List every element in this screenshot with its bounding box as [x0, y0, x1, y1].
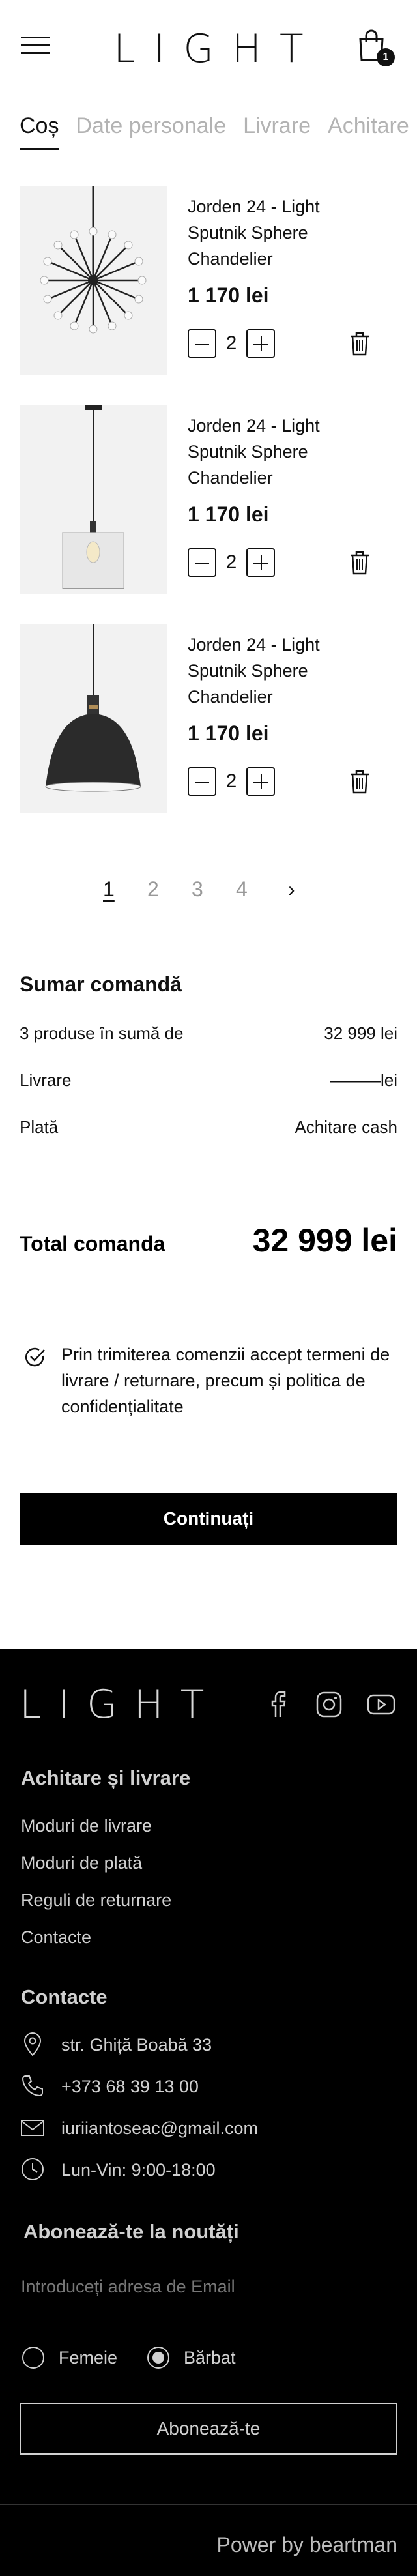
address-text: str. Ghiță Boabă 33: [61, 2035, 212, 2055]
powered-by[interactable]: Power by beartman: [217, 2533, 397, 2557]
contact-email[interactable]: iuriiantoseac@gmail.com: [20, 2115, 384, 2143]
remove-item-button[interactable]: [348, 768, 371, 795]
footer-link-delivery-methods[interactable]: Moduri de livrare: [21, 1816, 152, 1836]
phone-text: +373 68 39 13 00: [61, 2077, 199, 2096]
chevron-right-icon[interactable]: ›: [288, 877, 295, 901]
trash-icon: [351, 332, 369, 356]
cart-item: Jorden 24 - Light Sputnik Sphere Chandel…: [20, 624, 397, 843]
remove-item-button[interactable]: [348, 330, 371, 357]
footer-link-contacts[interactable]: Contacte: [21, 1927, 91, 1948]
product-title[interactable]: Jorden 24 - Light Sputnik Sphere Chandel…: [188, 632, 383, 710]
instagram-icon[interactable]: [314, 1690, 344, 1720]
clock-icon: [22, 2158, 44, 2180]
increase-quantity-button[interactable]: [246, 548, 275, 577]
summary-products-row: 3 produse în sumă de 32 999 lei: [20, 1023, 397, 1049]
page-3-link[interactable]: 3: [192, 877, 203, 901]
contact-address: str. Ghiță Boabă 33: [20, 2031, 384, 2060]
decrease-quantity-button[interactable]: [188, 767, 216, 796]
quantity-stepper: 2: [188, 328, 275, 359]
summary-delivery-row: Livrare ———lei: [20, 1070, 397, 1096]
delivery-value: ———lei: [329, 1070, 397, 1090]
terms-checkbox[interactable]: [23, 1345, 47, 1369]
footer-link-return-rules[interactable]: Reguli de returnare: [21, 1890, 171, 1910]
trash-icon: [351, 551, 369, 575]
product-image-dome-pendant[interactable]: [20, 624, 167, 813]
footer-link-payment-methods[interactable]: Moduri de plată: [21, 1853, 142, 1873]
contact-phone[interactable]: +373 68 39 13 00: [20, 2073, 384, 2101]
footer: LIGHT Achitare și livrare Moduri de livr…: [0, 1649, 417, 2576]
tab-personal-data[interactable]: Date personale: [76, 113, 226, 148]
radio-female-label: Femeie: [59, 2348, 118, 2367]
header: LIGHT 1: [0, 0, 417, 98]
products-value: 32 999 lei: [324, 1023, 397, 1043]
product-image-sputnik-chandelier[interactable]: [20, 186, 167, 375]
product-price: 1 170 lei: [188, 503, 269, 526]
product-title[interactable]: Jorden 24 - Light Sputnik Sphere Chandel…: [188, 413, 383, 491]
total-label: Total comanda: [20, 1232, 165, 1255]
payment-label: Plată: [20, 1117, 59, 1137]
quantity-stepper: 2: [188, 547, 275, 578]
page-2-link[interactable]: 2: [147, 877, 159, 901]
email-text: iuriiantoseac@gmail.com: [61, 2118, 259, 2138]
tab-cart[interactable]: Coș: [20, 113, 59, 150]
mail-icon: [21, 2120, 44, 2136]
delivery-label: Livrare: [20, 1070, 72, 1090]
contacts-heading: Contacte: [21, 1985, 108, 2008]
remove-item-button[interactable]: [348, 549, 371, 576]
newsletter-email-input[interactable]: [21, 2267, 397, 2307]
check-circle-icon: [25, 1347, 45, 1367]
product-image-glass-pendant[interactable]: [20, 405, 167, 594]
terms-text: Prin trimiterea comenzii accept termeni …: [61, 1345, 390, 1416]
quantity-stepper: 2: [188, 766, 275, 797]
decrease-quantity-button[interactable]: [188, 548, 216, 577]
radio-female-dot[interactable]: [22, 2347, 44, 2369]
phone-icon: [22, 2075, 43, 2097]
increase-quantity-button[interactable]: [246, 329, 275, 358]
cart-items: Jorden 24 - Light Sputnik Sphere Chandel…: [20, 186, 397, 843]
continue-button[interactable]: Continuați: [20, 1493, 397, 1545]
radio-male-label: Bărbat: [184, 2348, 236, 2367]
pagination: 1 2 3 4 ›: [98, 877, 319, 906]
checkout-steps: Coș Date personale Livrare Achitare: [20, 113, 417, 153]
page-4-link[interactable]: 4: [236, 877, 248, 901]
checkout-page: LIGHT 1 Coș Date personale Livrare Achitare: [0, 0, 417, 2576]
payment-value: Achitare cash: [295, 1117, 397, 1137]
cart-count-badge: 1: [377, 48, 395, 66]
location-pin-icon: [23, 2032, 42, 2056]
summary-title: Sumar comandă: [20, 973, 182, 996]
cart-item: Jorden 24 - Light Sputnik Sphere Chandel…: [20, 186, 397, 405]
newsletter-heading: Abonează-te la noutăți: [23, 2220, 239, 2243]
product-title[interactable]: Jorden 24 - Light Sputnik Sphere Chandel…: [188, 194, 383, 272]
payment-delivery-heading: Achitare și livrare: [21, 1766, 191, 1789]
product-price: 1 170 lei: [188, 284, 269, 307]
tab-delivery[interactable]: Livrare: [243, 113, 311, 148]
cart-item: Jorden 24 - Light Sputnik Sphere Chandel…: [20, 405, 397, 624]
increase-quantity-button[interactable]: [246, 767, 275, 796]
hours-text: Lun-Vin: 9:00-18:00: [61, 2160, 216, 2180]
footer-divider: [0, 2504, 417, 2505]
facebook-icon[interactable]: [263, 1690, 293, 1720]
quantity-value: 2: [225, 332, 237, 354]
youtube-icon[interactable]: [366, 1690, 396, 1720]
cart-button[interactable]: 1: [357, 29, 395, 66]
tab-payment[interactable]: Achitare: [328, 113, 409, 148]
decrease-quantity-button[interactable]: [188, 329, 216, 358]
footer-logo[interactable]: LIGHT: [20, 1682, 221, 1727]
product-price: 1 170 lei: [188, 722, 269, 745]
quantity-value: 2: [225, 770, 237, 792]
radio-male-dot[interactable]: [147, 2347, 169, 2369]
summary-payment-row: Plată Achitare cash: [20, 1117, 397, 1143]
products-label: 3 produse în sumă de: [20, 1023, 184, 1043]
contact-hours: Lun-Vin: 9:00-18:00: [20, 2156, 384, 2185]
total-value: 32 999 lei: [252, 1222, 397, 1259]
quantity-value: 2: [225, 551, 237, 573]
logo[interactable]: LIGHT: [0, 26, 417, 72]
subscribe-button[interactable]: Abonează-te: [20, 2403, 397, 2455]
page-1-link[interactable]: 1: [103, 877, 115, 901]
trash-icon: [351, 770, 369, 794]
